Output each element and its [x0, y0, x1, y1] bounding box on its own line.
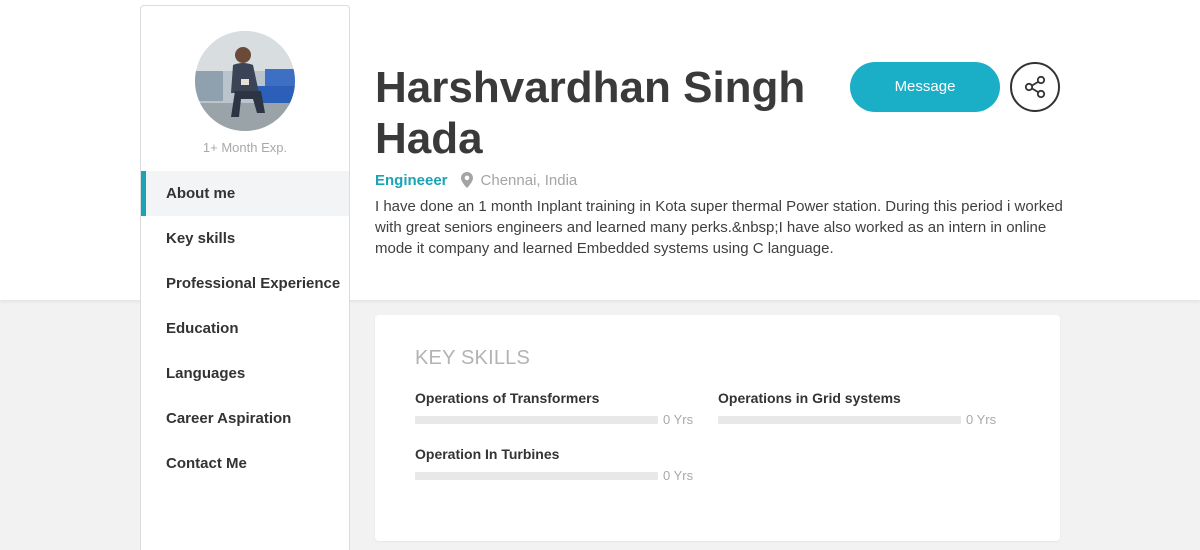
- skill-name: Operations of Transformers: [415, 390, 600, 406]
- skill-years: 0 Yrs: [663, 468, 694, 483]
- skill-years: 0 Yrs: [663, 412, 694, 427]
- skill-years: 0 Yrs: [966, 412, 997, 427]
- sidebar-item-contact-me[interactable]: Contact Me: [141, 441, 349, 486]
- location-pin-icon: [460, 172, 473, 188]
- skill-item: Operations in Grid systems 0 Yrs: [718, 390, 998, 427]
- sidebar-item-professional-experience[interactable]: Professional Experience: [141, 261, 349, 306]
- sidebar-item-career-aspiration[interactable]: Career Aspiration: [141, 396, 349, 441]
- skill-bar: [415, 415, 658, 424]
- experience-label: 1+ Month Exp.: [202, 140, 288, 155]
- avatar: [195, 31, 295, 131]
- profile-meta: Engineeer Chennai, India: [375, 170, 577, 190]
- skill-bar: [415, 471, 658, 480]
- sidebar-item-education[interactable]: Education: [141, 306, 349, 351]
- key-skills-card: KEY SKILLS Operations of Transformers 0 …: [375, 315, 1060, 541]
- message-button[interactable]: Message: [850, 62, 1000, 112]
- profile-name: Harshvardhan Singh Hada: [375, 63, 806, 163]
- sidebar-item-about-me[interactable]: About me: [141, 171, 349, 216]
- sidebar-item-key-skills[interactable]: Key skills: [141, 216, 349, 261]
- skill-bar: [718, 415, 961, 424]
- share-icon: [1024, 75, 1046, 99]
- skill-name: Operation In Turbines: [415, 446, 560, 462]
- sidebar-item-languages[interactable]: Languages: [141, 351, 349, 396]
- sidebar-nav: About me Key skills Professional Experie…: [141, 171, 349, 486]
- about-text: I have done an 1 month Inplant training …: [375, 198, 1063, 257]
- share-button[interactable]: [1010, 62, 1060, 112]
- skill-item: Operation In Turbines 0 Yrs: [415, 446, 695, 483]
- sidebar: 1+ Month Exp. About me Key skills Profes…: [140, 5, 350, 550]
- profile-location: Chennai, India: [480, 171, 578, 189]
- profile-role: Engineeer: [375, 171, 448, 189]
- key-skills-title: KEY SKILLS: [415, 347, 531, 369]
- skill-name: Operations in Grid systems: [718, 390, 901, 406]
- skill-item: Operations of Transformers 0 Yrs: [415, 390, 695, 427]
